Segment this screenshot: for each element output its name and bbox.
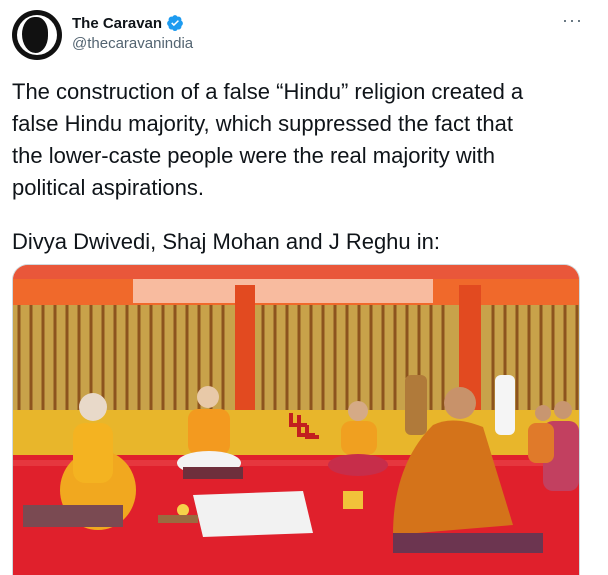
avatar-logo	[22, 17, 48, 53]
handle[interactable]: @thecaravanindia	[72, 35, 193, 52]
tweet-text-line: political aspirations.	[12, 175, 204, 200]
more-options-icon[interactable]: ···	[562, 11, 583, 29]
tweet-text-line: the lower-caste people were the real maj…	[12, 143, 496, 168]
tweet-text-line: The construction of a false “Hindu” reli…	[12, 79, 524, 104]
display-name[interactable]: The Caravan	[72, 15, 162, 32]
tweet-text: The construction of a false “Hindu” reli…	[12, 76, 582, 204]
verified-badge-icon	[167, 15, 183, 31]
ceremony-photo	[13, 265, 579, 575]
tweet-text-line: false Hindu majority, which suppressed t…	[12, 111, 513, 136]
tweet: The Caravan @thecaravanindia ··· The con…	[0, 0, 608, 575]
author-row: The Caravan	[72, 14, 184, 32]
tweet-byline: Divya Dwivedi, Shaj Mohan and J Reghu in…	[12, 229, 441, 254]
avatar[interactable]	[12, 10, 62, 60]
link-card-image[interactable]	[12, 264, 580, 575]
